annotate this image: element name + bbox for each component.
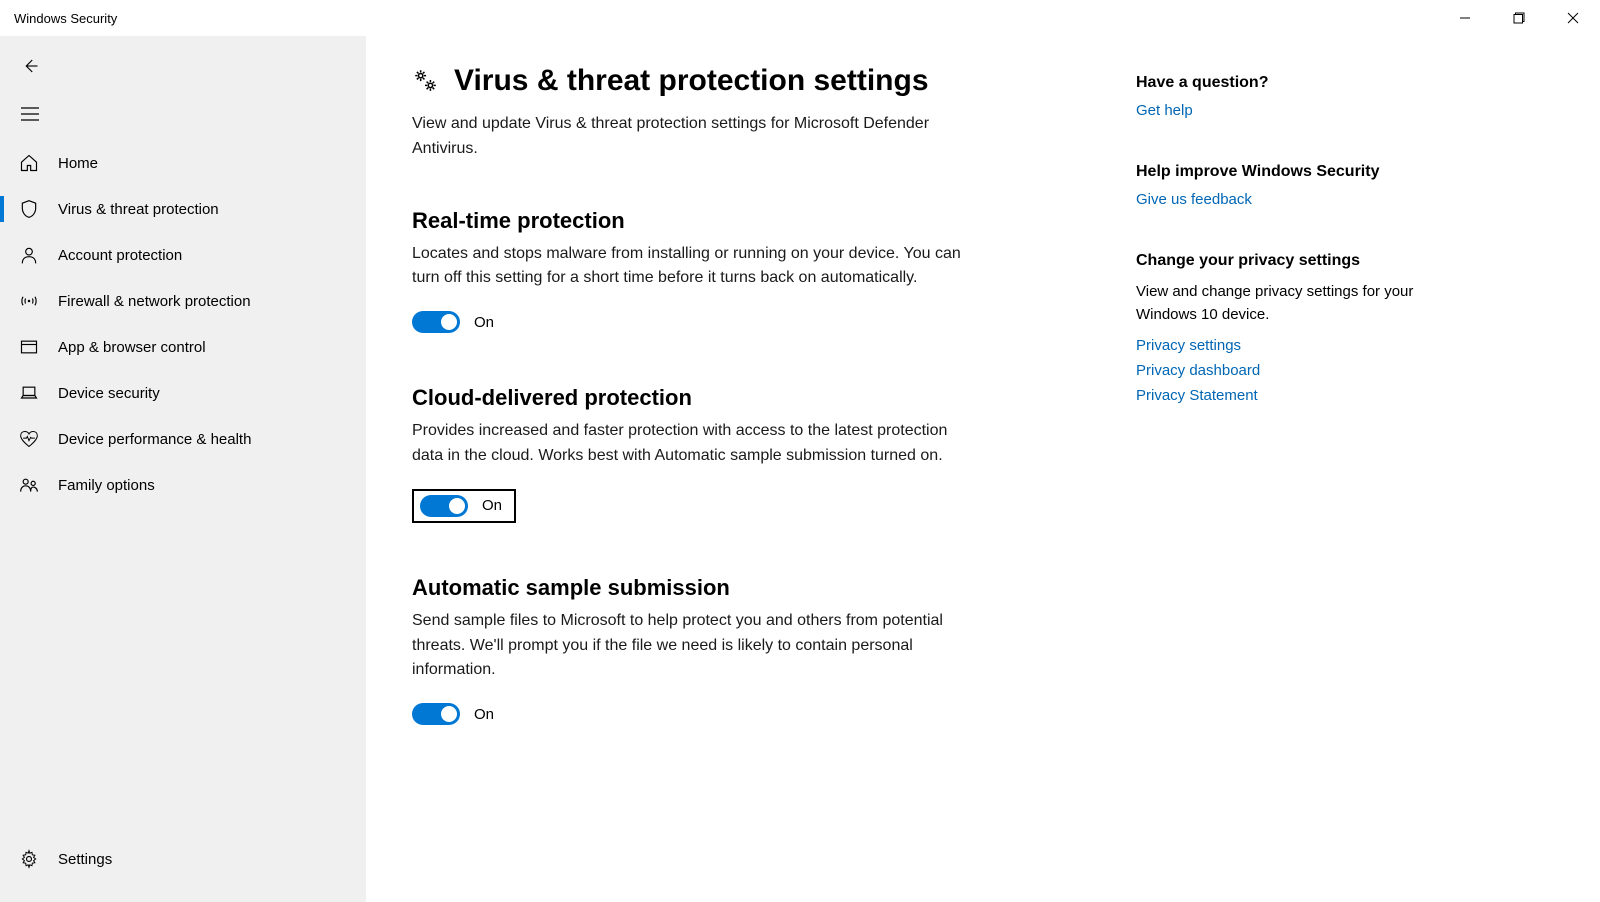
gears-icon [412,67,438,96]
privacy-dashboard-link[interactable]: Privacy dashboard [1136,362,1436,379]
aside-desc: View and change privacy settings for you… [1136,280,1436,327]
sidebar-item-virus[interactable]: Virus & threat protection [0,186,366,232]
sidebar: Home Virus & threat protection Account p… [0,36,366,902]
sidebar-item-device-health[interactable]: Device performance & health [0,416,366,462]
aside-title: Have a question? [1136,74,1436,92]
section-desc: Locates and stops malware from installin… [412,242,972,292]
feedback-link[interactable]: Give us feedback [1136,191,1436,208]
laptop-icon [18,382,40,404]
sidebar-item-app-browser[interactable]: App & browser control [0,324,366,370]
section-sample: Automatic sample submission Send sample … [412,575,1092,725]
toggle-state-label: On [482,497,502,514]
aside-title: Change your privacy settings [1136,252,1436,270]
people-icon [18,474,40,496]
sidebar-item-label: Device security [58,385,160,402]
section-title: Cloud-delivered protection [412,385,1092,411]
aside-title: Help improve Windows Security [1136,163,1436,181]
cloud-toggle[interactable] [420,495,468,517]
get-help-link[interactable]: Get help [1136,102,1436,119]
sidebar-item-label: Account protection [58,247,182,264]
sidebar-item-label: Home [58,155,98,172]
gear-icon [18,848,40,870]
sample-toggle[interactable] [412,703,460,725]
sidebar-item-family[interactable]: Family options [0,462,366,508]
sidebar-item-account[interactable]: Account protection [0,232,366,278]
privacy-statement-link[interactable]: Privacy Statement [1136,387,1436,404]
toggle-state-label: On [474,314,494,331]
close-button[interactable] [1546,0,1600,36]
aside-question: Have a question? Get help [1136,74,1436,119]
back-button[interactable] [6,42,54,90]
minimize-button[interactable] [1438,0,1492,36]
hamburger-button[interactable] [6,94,54,134]
home-icon [18,152,40,174]
sidebar-item-label: App & browser control [58,339,206,356]
sidebar-item-label: Device performance & health [58,431,251,448]
page-title: Virus & threat protection settings [454,64,929,98]
sidebar-item-settings[interactable]: Settings [0,836,366,882]
section-desc: Send sample files to Microsoft to help p… [412,609,972,683]
window-icon [18,336,40,358]
sidebar-item-label: Settings [58,851,112,868]
antenna-icon [18,290,40,312]
shield-icon [18,198,40,220]
aside-improve: Help improve Windows Security Give us fe… [1136,163,1436,208]
sidebar-item-label: Firewall & network protection [58,293,251,310]
aside-privacy: Change your privacy settings View and ch… [1136,252,1436,404]
page-subtitle: View and update Virus & threat protectio… [412,112,972,162]
sidebar-item-device-security[interactable]: Device security [0,370,366,416]
section-cloud: Cloud-delivered protection Provides incr… [412,385,1092,523]
heart-icon [18,428,40,450]
main-content: Virus & threat protection settings View … [366,36,1600,902]
sidebar-item-label: Family options [58,477,155,494]
section-realtime: Real-time protection Locates and stops m… [412,208,1092,334]
section-title: Automatic sample submission [412,575,1092,601]
window-title: Windows Security [14,11,117,26]
sidebar-item-firewall[interactable]: Firewall & network protection [0,278,366,324]
privacy-settings-link[interactable]: Privacy settings [1136,337,1436,354]
section-desc: Provides increased and faster protection… [412,419,972,469]
toggle-state-label: On [474,706,494,723]
titlebar: Windows Security [0,0,1600,36]
sidebar-item-label: Virus & threat protection [58,201,219,218]
maximize-button[interactable] [1492,0,1546,36]
section-title: Real-time protection [412,208,1092,234]
realtime-toggle[interactable] [412,311,460,333]
window-controls [1438,0,1600,36]
person-icon [18,244,40,266]
aside: Have a question? Get help Help improve W… [1136,64,1436,902]
sidebar-item-home[interactable]: Home [0,140,366,186]
